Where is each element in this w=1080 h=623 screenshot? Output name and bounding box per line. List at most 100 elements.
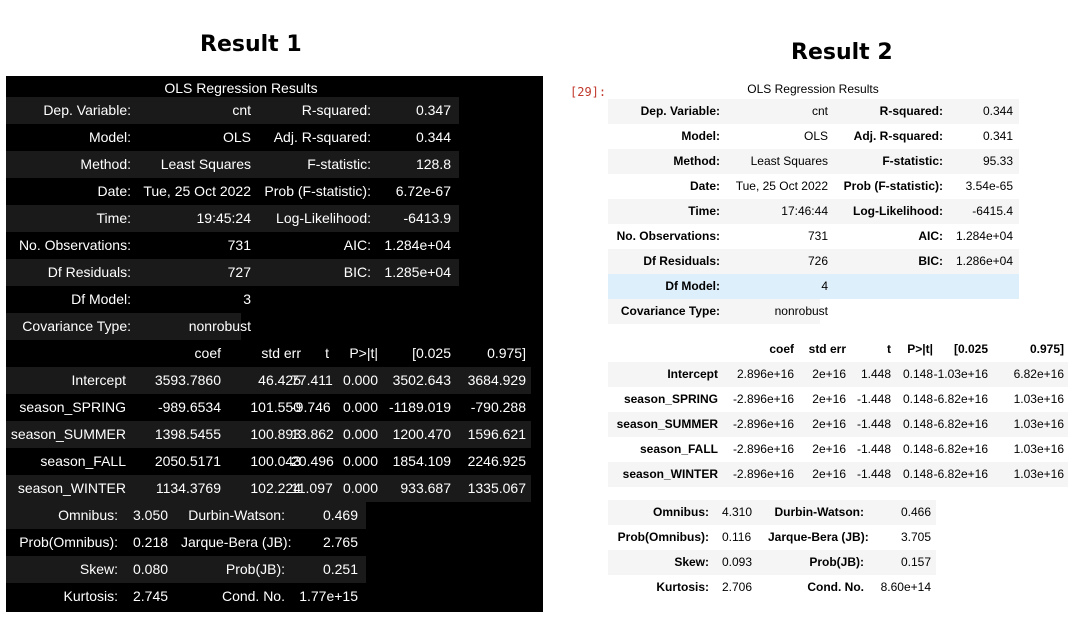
coef-value: 2.896e+16 [736,367,794,381]
diagnostic-row: Omnibus: 3.050 Durbin-Watson: 0.469 [6,502,366,529]
summary-row: Model: OLS Adj. R-squared: 0.344 [6,124,459,151]
summary-stat-value: -6413.9 [403,210,451,226]
coef-value: 13.862 [291,426,334,442]
summary-stat-label: Log-Likelihood: [276,210,371,226]
coef-value: 1.03e+16 [1013,417,1064,431]
diagnostic-stat-value: 3.705 [900,530,931,544]
summary-label: No. Observations: [616,229,720,243]
coef-value: 1.03e+16 [1013,442,1064,456]
coef-value: -1.03e+16 [933,367,988,381]
summary-row: Time: 19:45:24 Log-Likelihood: -6413.9 [6,205,459,232]
summary-value: nonrobust [774,304,828,318]
diagnostic-label: Skew: [79,561,118,577]
coef-header-row: coef std err t P>|t| [0.025 0.975] [6,340,531,367]
coef-value: -6.82e+16 [933,467,988,481]
summary-value: OLS [222,129,251,145]
coef-row: season_FALL 2050.5171 100.043 20.496 0.000 18… [6,448,531,475]
diagnostic-row: Prob(Omnibus): 0.218 Jarque-Bera (JB): 2.76… [6,529,366,556]
coef-column-header: 0.975] [487,345,526,361]
coef-value: 6.82e+16 [1013,367,1064,381]
summary-value: cnt [232,102,251,118]
result-2-ols-summary: OLS Regression Results Dep. Variable: cnt… [608,78,1080,618]
summary-stat-value: 0.341 [982,129,1013,143]
coef-value: 2050.5171 [154,453,221,469]
summary-row: Df Residuals: 727 BIC: 1.285e+04 [6,259,459,286]
coef-row: Intercept 3593.7860 46.425 77.411 0.000 3502.… [6,367,531,394]
summary-value: OLS [803,129,828,143]
summary-value: 731 [807,229,828,243]
diagnostic-label: Prob(Omnibus): [19,534,118,550]
coef-variable-name: Intercept [667,367,718,381]
summary-row: Df Model: 3 [6,286,459,313]
summary-row: Covariance Type: nonrobust [6,313,251,340]
coef-value: 2e+16 [812,367,846,381]
coef-value: 77.411 [291,372,333,388]
summary-label: Method: [673,154,720,168]
coef-column-header: coef [194,345,221,361]
summary-stat-label: Adj. R-squared: [853,129,943,143]
diagnostic-stat-label: Durbin-Watson: [774,505,864,519]
coef-value: 2e+16 [812,442,846,456]
summary-stat-value: 3.54e-65 [965,179,1013,193]
summary-stat-value: 0.344 [415,129,451,145]
summary-row: Model: OLS Adj. R-squared: 0.341 [608,124,1019,149]
summary-value: 19:45:24 [196,210,252,226]
summary-value: 726 [807,254,828,268]
coef-value: -1.448 [856,442,891,456]
diagnostic-stat-label: Cond. No. [221,588,285,604]
coef-value: -2.896e+16 [732,392,794,406]
coef-value: 0.000 [342,480,378,496]
summary-stat-value: 0.347 [415,102,451,118]
summary-stat-label: BIC: [343,264,371,280]
summary-stat-value: 128.8 [415,156,451,172]
diagnostic-label: Kurtosis: [656,580,709,594]
summary-value: cnt [811,104,828,118]
diagnostic-value: 4.310 [722,505,753,519]
coef-value: 11.097 [291,480,333,496]
summary-label: Covariance Type: [22,318,131,334]
coef-value: 1.03e+16 [1013,467,1064,481]
coef-value: 1.448 [860,367,891,381]
coef-value: -2.896e+16 [732,417,794,431]
summary-stat-label: Adj. R-squared: [273,129,371,145]
summary-stat-label: F-statistic: [882,154,943,168]
coef-variable-name: Intercept [71,372,126,388]
coef-value: 0.000 [342,399,378,415]
coef-value: -1189.019 [388,399,451,415]
coef-value: -6.82e+16 [933,442,988,456]
summary-value: 17:46:44 [781,204,828,218]
coef-value: 1596.621 [467,426,526,442]
summary-stat-label: Prob (F-statistic): [843,179,943,193]
coef-value: -9.746 [291,399,331,415]
coef-value: -1.448 [856,392,891,406]
summary-stat-label: Log-Likelihood: [853,204,943,218]
coef-value: 1.03e+16 [1013,392,1064,406]
diagnostic-row: Skew: 0.093 Prob(JB): 0.157 [608,550,936,575]
table-caption: OLS Regression Results [164,80,318,96]
summary-value: Tue, 25 Oct 2022 [143,183,251,199]
coef-value: 1335.067 [467,480,526,496]
diagnostic-stat-label: Durbin-Watson: [188,507,285,523]
coef-variable-name: season_FALL [639,442,718,456]
coef-column-header: [0.025 [953,342,988,356]
coef-value: 3684.929 [467,372,526,388]
diagnostic-label: Omnibus: [58,507,118,523]
coef-variable-name: season_SPRING [623,392,718,406]
summary-value: Least Squares [750,154,828,168]
summary-stat-label: F-statistic: [307,156,371,172]
coef-value: 933.687 [400,480,451,496]
coef-header-row: coef std err t P>|t| [0.025 0.975] [608,337,1068,362]
coef-value: 0.000 [342,372,378,388]
coef-variable-name: season_FALL [40,453,126,469]
summary-row: Time: 17:46:44 Log-Likelihood: -6415.4 [608,199,1019,224]
summary-stat-label: Prob (F-statistic): [264,183,371,199]
diagnostic-label: Omnibus: [653,505,709,519]
coef-row: Intercept 2.896e+16 2e+16 1.448 0.148 -1.03e+… [608,362,1068,387]
summary-stat-label: R-squared: [879,104,943,118]
summary-label: Dep. Variable: [43,102,131,118]
coef-value: 20.496 [291,453,334,469]
summary-stat-value: 1.284e+04 [384,237,451,253]
coef-column-header: 0.975] [1029,342,1064,356]
diagnostic-stat-value: 1.77e+15 [299,588,358,604]
summary-value: 4 [821,279,828,293]
